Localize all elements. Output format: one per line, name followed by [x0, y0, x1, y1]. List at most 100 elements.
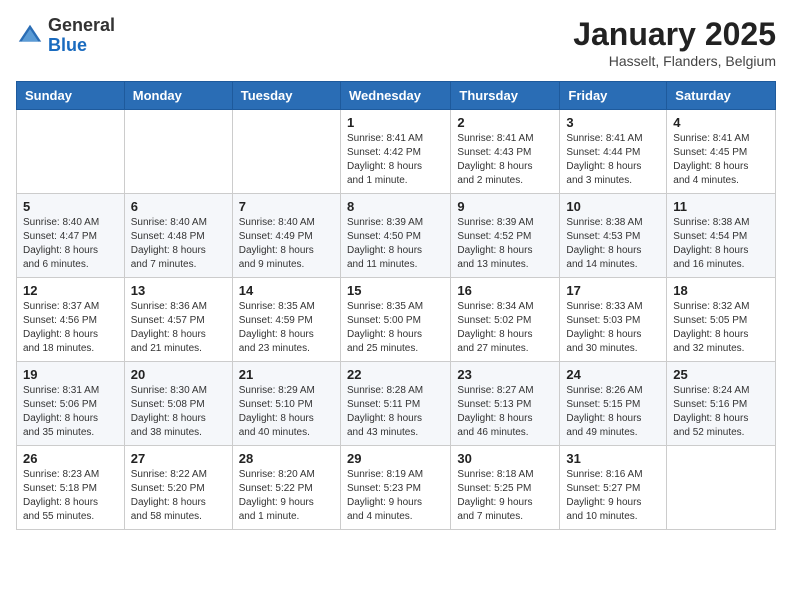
- day-number: 8: [347, 199, 444, 214]
- day-number: 1: [347, 115, 444, 130]
- calendar-cell: [124, 110, 232, 194]
- calendar-cell: 19Sunrise: 8:31 AM Sunset: 5:06 PM Dayli…: [17, 362, 125, 446]
- day-info: Sunrise: 8:40 AM Sunset: 4:47 PM Dayligh…: [23, 216, 118, 272]
- weekday-header-monday: Monday: [124, 82, 232, 110]
- calendar-cell: 9 Sunrise: 8:39 AM Sunset: 4:52 PM Daylig…: [451, 194, 560, 278]
- day-number: 2: [457, 115, 553, 130]
- calendar-header-row: SundayMondayTuesdayWednesdayThursdayFrid…: [17, 82, 776, 110]
- day-info: Sunrise: 8:16 AM Sunset: 5:27 PM Dayligh…: [566, 468, 660, 524]
- calendar-week-row: 26 Sunrise: 8:23 AM Sunset: 5:18 PM Dayli…: [17, 446, 776, 530]
- calendar-cell: 14 Sunrise: 8:35 AM Sunset: 4:59 PM Dayli…: [232, 278, 340, 362]
- day-number: 12: [23, 283, 118, 298]
- day-info: Sunrise: 8:33 AM Sunset: 5:03 PM Dayligh…: [566, 300, 660, 356]
- calendar-cell: 5 Sunrise: 8:40 AM Sunset: 4:47 PM Daylig…: [17, 194, 125, 278]
- day-number: 24: [566, 367, 660, 382]
- calendar-cell: 25Sunrise: 8:24 AM Sunset: 5:16 PM Dayli…: [667, 362, 776, 446]
- calendar-cell: 20Sunrise: 8:30 AM Sunset: 5:08 PM Dayli…: [124, 362, 232, 446]
- day-info: Sunrise: 8:41 AM Sunset: 4:45 PM Dayligh…: [673, 132, 769, 188]
- calendar-week-row: 5 Sunrise: 8:40 AM Sunset: 4:47 PM Daylig…: [17, 194, 776, 278]
- calendar-cell: 2 Sunrise: 8:41 AM Sunset: 4:43 PM Daylig…: [451, 110, 560, 194]
- calendar-cell: 22 Sunrise: 8:28 AM Sunset: 5:11 PM Dayli…: [340, 362, 450, 446]
- day-info: Sunrise: 8:22 AM Sunset: 5:20 PM Dayligh…: [131, 468, 226, 524]
- day-info: Sunrise: 8:20 AM Sunset: 5:22 PM Dayligh…: [239, 468, 334, 524]
- day-info: Sunrise: 8:23 AM Sunset: 5:18 PM Dayligh…: [23, 468, 118, 524]
- calendar-cell: 6 Sunrise: 8:40 AM Sunset: 4:48 PM Daylig…: [124, 194, 232, 278]
- calendar-cell: [17, 110, 125, 194]
- weekday-header-tuesday: Tuesday: [232, 82, 340, 110]
- calendar-cell: [667, 446, 776, 530]
- weekday-header-sunday: Sunday: [17, 82, 125, 110]
- day-number: 16: [457, 283, 553, 298]
- logo-icon: [16, 22, 44, 50]
- day-info: Sunrise: 8:31 AM Sunset: 5:06 PM Dayligh…: [23, 384, 118, 440]
- day-number: 6: [131, 199, 226, 214]
- calendar-cell: 26 Sunrise: 8:23 AM Sunset: 5:18 PM Dayli…: [17, 446, 125, 530]
- title-block: January 2025 Hasselt, Flanders, Belgium: [573, 16, 776, 69]
- day-info: Sunrise: 8:41 AM Sunset: 4:43 PM Dayligh…: [457, 132, 553, 188]
- day-number: 14: [239, 283, 334, 298]
- day-info: Sunrise: 8:18 AM Sunset: 5:25 PM Dayligh…: [457, 468, 553, 524]
- day-info: Sunrise: 8:37 AM Sunset: 4:56 PM Dayligh…: [23, 300, 118, 356]
- calendar-cell: 3Sunrise: 8:41 AM Sunset: 4:44 PM Daylig…: [560, 110, 667, 194]
- day-number: 7: [239, 199, 334, 214]
- weekday-header-wednesday: Wednesday: [340, 82, 450, 110]
- day-number: 22: [347, 367, 444, 382]
- day-info: Sunrise: 8:26 AM Sunset: 5:15 PM Dayligh…: [566, 384, 660, 440]
- day-number: 26: [23, 451, 118, 466]
- calendar-cell: 4 Sunrise: 8:41 AM Sunset: 4:45 PM Daylig…: [667, 110, 776, 194]
- calendar-cell: 12 Sunrise: 8:37 AM Sunset: 4:56 PM Dayli…: [17, 278, 125, 362]
- day-number: 9: [457, 199, 553, 214]
- day-info: Sunrise: 8:30 AM Sunset: 5:08 PM Dayligh…: [131, 384, 226, 440]
- calendar-cell: 1 Sunrise: 8:41 AM Sunset: 4:42 PM Daylig…: [340, 110, 450, 194]
- day-info: Sunrise: 8:40 AM Sunset: 4:49 PM Dayligh…: [239, 216, 334, 272]
- day-number: 21: [239, 367, 334, 382]
- day-info: Sunrise: 8:29 AM Sunset: 5:10 PM Dayligh…: [239, 384, 334, 440]
- month-title: January 2025: [573, 16, 776, 53]
- calendar-cell: 17Sunrise: 8:33 AM Sunset: 5:03 PM Dayli…: [560, 278, 667, 362]
- calendar-cell: 15Sunrise: 8:35 AM Sunset: 5:00 PM Dayli…: [340, 278, 450, 362]
- calendar-cell: 7 Sunrise: 8:40 AM Sunset: 4:49 PM Daylig…: [232, 194, 340, 278]
- calendar-cell: 8 Sunrise: 8:39 AM Sunset: 4:50 PM Daylig…: [340, 194, 450, 278]
- calendar-cell: 16 Sunrise: 8:34 AM Sunset: 5:02 PM Dayli…: [451, 278, 560, 362]
- day-info: Sunrise: 8:27 AM Sunset: 5:13 PM Dayligh…: [457, 384, 553, 440]
- day-number: 3: [566, 115, 660, 130]
- day-info: Sunrise: 8:34 AM Sunset: 5:02 PM Dayligh…: [457, 300, 553, 356]
- day-info: Sunrise: 8:41 AM Sunset: 4:42 PM Dayligh…: [347, 132, 444, 188]
- day-info: Sunrise: 8:40 AM Sunset: 4:48 PM Dayligh…: [131, 216, 226, 272]
- logo-text: General Blue: [48, 16, 115, 56]
- logo: General Blue: [16, 16, 115, 56]
- weekday-header-thursday: Thursday: [451, 82, 560, 110]
- day-number: 5: [23, 199, 118, 214]
- calendar-cell: 23Sunrise: 8:27 AM Sunset: 5:13 PM Dayli…: [451, 362, 560, 446]
- day-number: 15: [347, 283, 444, 298]
- page-header: General Blue January 2025 Hasselt, Fland…: [16, 16, 776, 69]
- calendar-cell: 30Sunrise: 8:18 AM Sunset: 5:25 PM Dayli…: [451, 446, 560, 530]
- calendar-cell: 10Sunrise: 8:38 AM Sunset: 4:53 PM Dayli…: [560, 194, 667, 278]
- day-number: 28: [239, 451, 334, 466]
- calendar-cell: [232, 110, 340, 194]
- calendar-cell: 18 Sunrise: 8:32 AM Sunset: 5:05 PM Dayli…: [667, 278, 776, 362]
- day-number: 29: [347, 451, 444, 466]
- day-info: Sunrise: 8:39 AM Sunset: 4:52 PM Dayligh…: [457, 216, 553, 272]
- day-number: 18: [673, 283, 769, 298]
- day-info: Sunrise: 8:35 AM Sunset: 4:59 PM Dayligh…: [239, 300, 334, 356]
- weekday-header-friday: Friday: [560, 82, 667, 110]
- day-info: Sunrise: 8:38 AM Sunset: 4:54 PM Dayligh…: [673, 216, 769, 272]
- day-info: Sunrise: 8:28 AM Sunset: 5:11 PM Dayligh…: [347, 384, 444, 440]
- day-info: Sunrise: 8:24 AM Sunset: 5:16 PM Dayligh…: [673, 384, 769, 440]
- calendar-cell: 24 Sunrise: 8:26 AM Sunset: 5:15 PM Dayli…: [560, 362, 667, 446]
- calendar-week-row: 1 Sunrise: 8:41 AM Sunset: 4:42 PM Daylig…: [17, 110, 776, 194]
- calendar-table: SundayMondayTuesdayWednesdayThursdayFrid…: [16, 81, 776, 530]
- calendar-cell: 29Sunrise: 8:19 AM Sunset: 5:23 PM Dayli…: [340, 446, 450, 530]
- calendar-week-row: 19Sunrise: 8:31 AM Sunset: 5:06 PM Dayli…: [17, 362, 776, 446]
- day-number: 13: [131, 283, 226, 298]
- calendar-cell: 27Sunrise: 8:22 AM Sunset: 5:20 PM Dayli…: [124, 446, 232, 530]
- day-number: 10: [566, 199, 660, 214]
- weekday-header-saturday: Saturday: [667, 82, 776, 110]
- location-subtitle: Hasselt, Flanders, Belgium: [573, 53, 776, 69]
- day-info: Sunrise: 8:39 AM Sunset: 4:50 PM Dayligh…: [347, 216, 444, 272]
- day-number: 4: [673, 115, 769, 130]
- day-info: Sunrise: 8:32 AM Sunset: 5:05 PM Dayligh…: [673, 300, 769, 356]
- day-number: 31: [566, 451, 660, 466]
- calendar-cell: 28 Sunrise: 8:20 AM Sunset: 5:22 PM Dayli…: [232, 446, 340, 530]
